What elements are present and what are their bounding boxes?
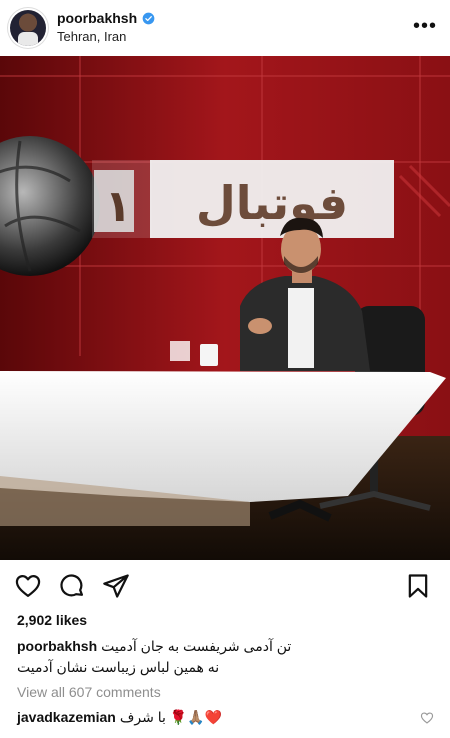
username-row: poorbakhsh — [57, 10, 155, 26]
caption-line-1: تن آدمی شریفست به جان آدمیت — [101, 638, 292, 654]
caption-username[interactable]: poorbakhsh — [17, 638, 97, 654]
save-button[interactable] — [404, 572, 432, 600]
verified-badge-icon — [142, 12, 155, 24]
location-link[interactable]: Tehran, Iran — [57, 29, 126, 44]
comment-button[interactable] — [58, 572, 86, 600]
post-actions-bar — [0, 568, 450, 604]
caption-line-2: نه همین لباس زیباست نشان آدمیت — [17, 659, 220, 675]
comment-like-heart-icon[interactable] — [420, 711, 434, 725]
view-all-comments-link[interactable]: View all 607 comments — [17, 684, 161, 700]
bookmark-icon — [408, 574, 428, 598]
avatar[interactable] — [10, 10, 46, 46]
heart-icon — [15, 574, 41, 598]
post-caption: poorbakhsh تن آدمی شریفست به جان آدمیت نه… — [17, 636, 437, 678]
share-icon — [103, 574, 129, 598]
comment-username[interactable]: javadkazemian — [17, 709, 116, 725]
backdrop-logo-text: فوتبال — [196, 176, 348, 230]
comment-item: javadkazemian با شرف 🌹🙏🏽❤️ — [17, 709, 437, 726]
share-button[interactable] — [102, 572, 130, 600]
studio-scene: فوتبال ۱ — [0, 56, 450, 560]
comment-icon — [60, 574, 84, 597]
likes-count[interactable]: 2,902 likes — [17, 612, 87, 628]
username[interactable]: poorbakhsh — [57, 10, 137, 26]
comment-text: با شرف 🌹🙏🏽❤️ — [119, 709, 223, 725]
post-header: poorbakhsh Tehran, Iran ••• — [0, 0, 450, 56]
like-button[interactable] — [14, 572, 42, 600]
backdrop-logo-number: ۱ — [105, 181, 132, 232]
post-photo[interactable]: فوتبال ۱ — [0, 56, 450, 560]
more-options-button[interactable]: ••• — [413, 15, 436, 37]
